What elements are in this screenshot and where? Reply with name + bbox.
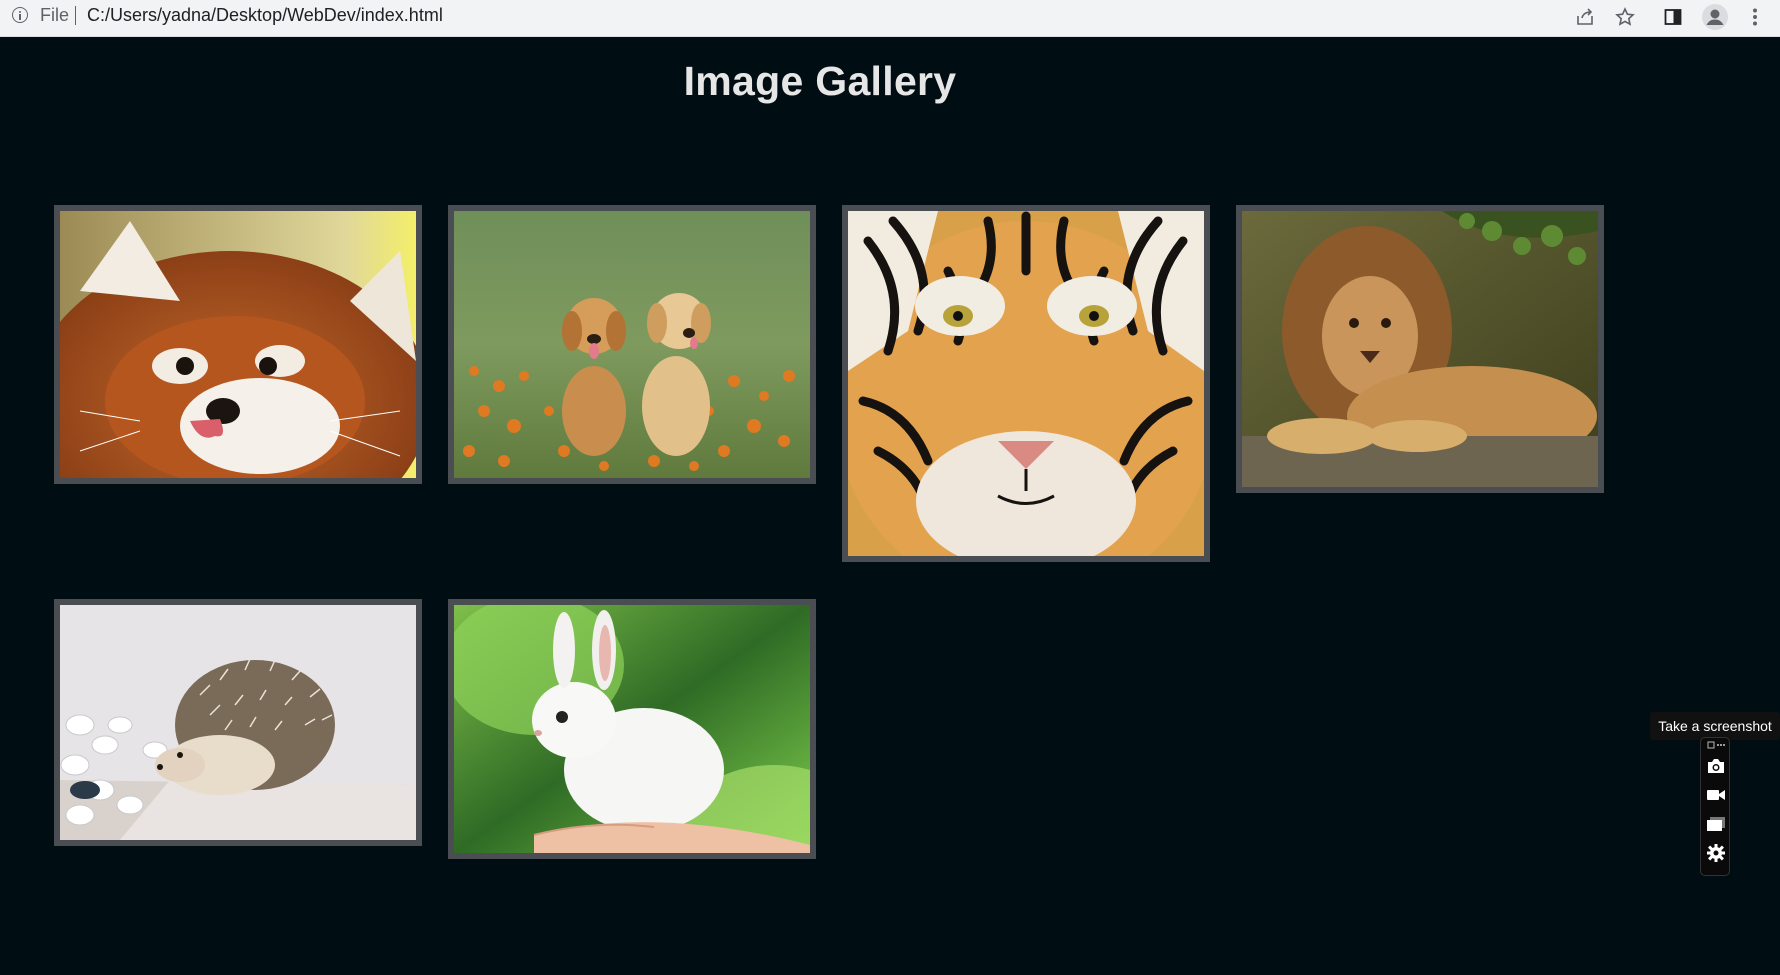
url-separator	[75, 6, 76, 25]
info-icon[interactable]	[12, 7, 28, 23]
star-icon[interactable]	[1610, 2, 1640, 32]
screenshot-tooltip: Take a screenshot	[1650, 712, 1780, 740]
gallery-image-tiger[interactable]	[842, 205, 1210, 562]
side-panel-icon[interactable]	[1658, 2, 1688, 32]
toolbar-handle-icon[interactable]	[1704, 740, 1728, 750]
file-label: File	[40, 5, 70, 25]
gallery-image-lion[interactable]	[1236, 205, 1604, 493]
address-bar-url[interactable]: C:/Users/yadna/Desktop/WebDev/index.html	[87, 5, 443, 26]
gear-icon[interactable]	[1704, 842, 1728, 864]
profile-icon[interactable]	[1700, 2, 1730, 32]
gallery-image-puppies[interactable]	[448, 205, 816, 484]
screenshot-toolbar	[1700, 737, 1730, 876]
gallery-image-red-panda[interactable]	[54, 205, 422, 484]
gallery-image-hedgehog[interactable]	[54, 599, 422, 846]
gallery-image-rabbit[interactable]	[448, 599, 816, 859]
share-icon[interactable]	[1570, 2, 1600, 32]
page-title: Image Gallery	[683, 58, 957, 104]
window-icon[interactable]	[1704, 813, 1728, 835]
browser-toolbar: File C:/Users/yadna/Desktop/WebDev/index…	[0, 0, 1780, 37]
page-body: Image Gallery Take a screenshot	[0, 37, 1780, 975]
camera-icon[interactable]	[1704, 755, 1728, 777]
video-icon[interactable]	[1704, 784, 1728, 806]
menu-icon[interactable]	[1740, 2, 1770, 32]
